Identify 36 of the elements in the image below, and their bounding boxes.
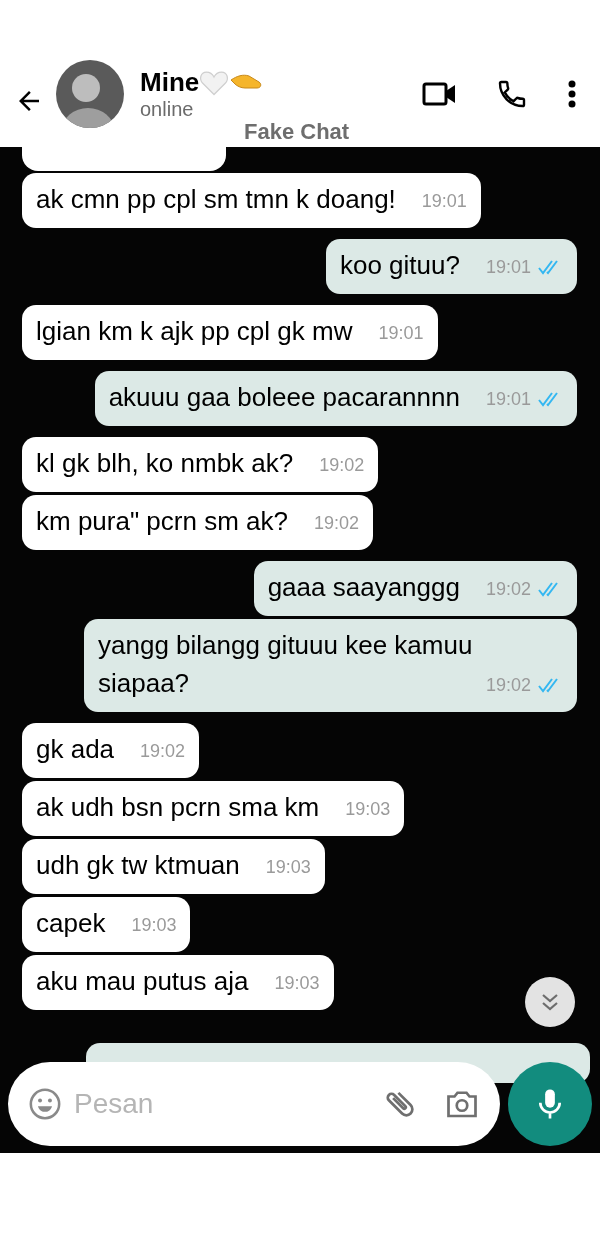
message-time: 19:03 [345, 798, 391, 821]
message-text: kl gk blh, ko nmbk ak? [36, 448, 294, 478]
message-text: km pura" pcrn sm ak? [36, 506, 288, 536]
message-time: 19:02 [485, 578, 531, 601]
video-camera-icon [422, 80, 458, 108]
message-text: lgian km k ajk pp cpl gk mw [36, 316, 353, 346]
message-time: 19:03 [274, 972, 320, 995]
message-time: 19:02 [140, 740, 186, 763]
message-text: capek [36, 908, 106, 938]
message-text: ak cmn pp cpl sm tmn k doang! [36, 184, 396, 214]
message-text: gk ada [36, 734, 115, 764]
scroll-down-button[interactable] [525, 977, 575, 1027]
message-time: 19:02 [485, 674, 531, 697]
message-time: 19:01 [378, 322, 424, 345]
message-text: aku mau putus aja [36, 966, 249, 996]
heart-icon [199, 68, 230, 96]
app-caption: Fake Chat [244, 119, 350, 145]
message-time: 19:02 [319, 454, 365, 477]
message-time: 19:01 [485, 388, 531, 411]
phone-icon [496, 78, 528, 110]
message-text: udh gk tw ktmuan [36, 850, 240, 880]
message-text: akuuu gaa boleee pacarannnn [108, 382, 460, 412]
message-text: yangg bilangg gituuu kee kamuu siapaa? [98, 630, 473, 698]
message-input-field[interactable]: Pesan [8, 1062, 500, 1146]
message-text: gaaa saayanggg [267, 572, 460, 602]
more-options-icon [568, 80, 576, 108]
message-time: 19:02 [314, 512, 360, 535]
message-time: 19:01 [421, 190, 467, 213]
message-time: 19:03 [265, 856, 311, 879]
message-time: 19:01 [485, 256, 531, 279]
message-text: koo gituu? [339, 250, 460, 280]
contact-name: Mine [140, 67, 200, 97]
presence-status: online [140, 97, 195, 121]
message-time: 19:03 [131, 914, 177, 937]
message-text: ak udh bsn pcrn sma km [36, 792, 320, 822]
smiley-icon[interactable] [28, 1087, 62, 1121]
